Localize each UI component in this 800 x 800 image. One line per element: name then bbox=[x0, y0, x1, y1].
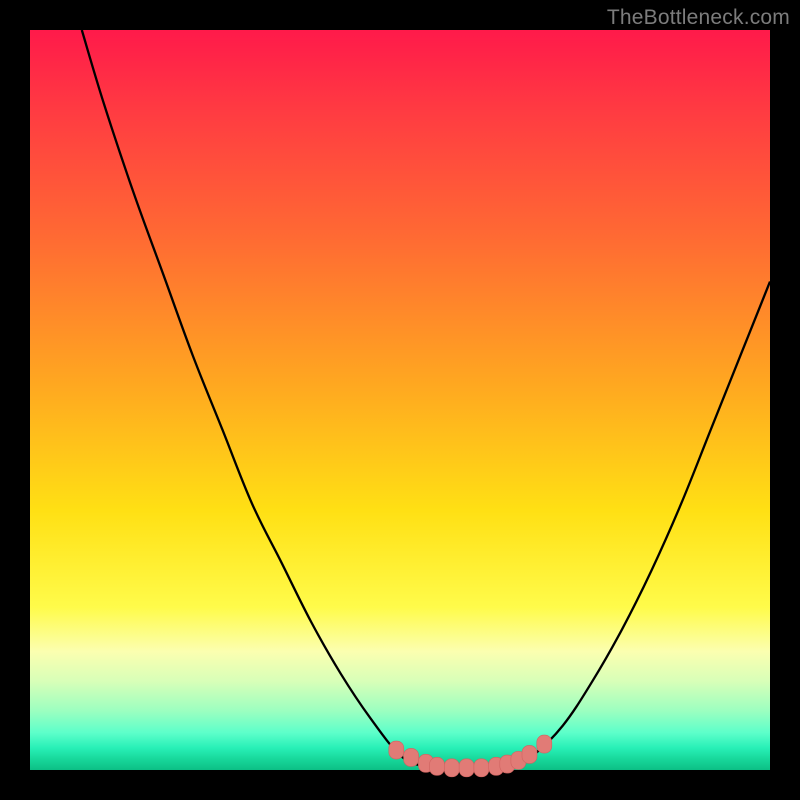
watermark-text: TheBottleneck.com bbox=[607, 6, 790, 30]
chart-curve-layer bbox=[30, 30, 770, 770]
marker-point bbox=[537, 735, 552, 753]
curve-right-branch bbox=[511, 282, 770, 767]
marker-point bbox=[474, 759, 489, 777]
marker-point bbox=[430, 757, 445, 775]
curve-left-branch bbox=[82, 30, 422, 766]
marker-point bbox=[522, 745, 537, 763]
marker-point bbox=[459, 759, 474, 777]
marker-point bbox=[389, 741, 404, 759]
highlighted-markers bbox=[389, 735, 552, 777]
chart-plot-area bbox=[30, 30, 770, 770]
chart-frame: TheBottleneck.com bbox=[0, 0, 800, 800]
marker-point bbox=[404, 748, 419, 766]
marker-point bbox=[444, 759, 459, 777]
